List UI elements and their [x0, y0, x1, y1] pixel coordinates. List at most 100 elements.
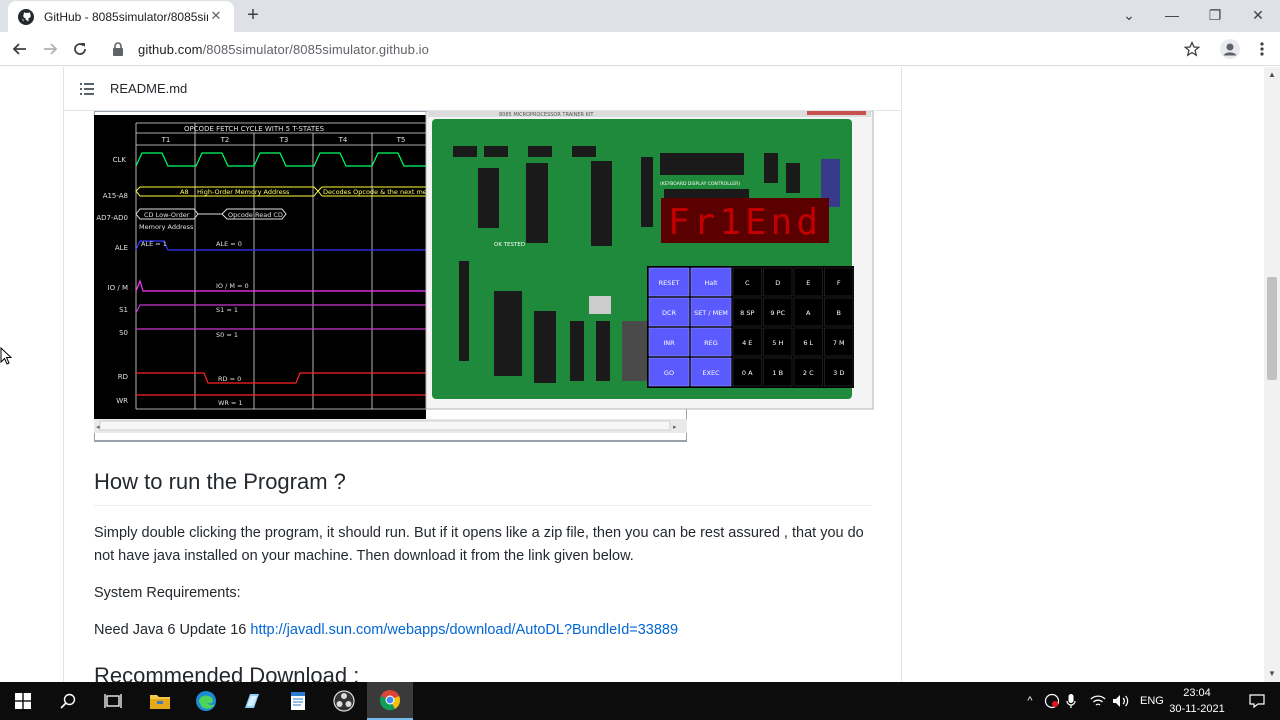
- signal-label: IO / M: [108, 284, 128, 292]
- volume-icon[interactable]: [1112, 694, 1130, 708]
- keypad-key-label: 4 E: [742, 339, 752, 347]
- keypad-key-label: 5 H: [772, 339, 783, 347]
- clock[interactable]: 23:04 30-11-2021: [1166, 685, 1228, 717]
- kit-ok-label: OK TESTED: [494, 242, 525, 248]
- ad-text: CD Low-Order: [144, 211, 190, 219]
- t-state-label: T2: [220, 136, 230, 144]
- kit-title: 8085 MICROPROCESSOR TRAINER KIT: [499, 112, 594, 118]
- keypad-key-label: A: [806, 309, 811, 317]
- keypad-key-label: 3 D: [833, 369, 844, 377]
- document-icon: [291, 692, 305, 710]
- keypad-key-label: 0 A: [742, 369, 753, 377]
- browser-tab[interactable]: GitHub - 8085simulator/8085simulator.git…: [8, 1, 234, 32]
- download-heading: Recommended Download :: [94, 663, 360, 682]
- java-requirement-text: Need Java 6 Update 16: [94, 622, 251, 638]
- chrome-button[interactable]: [367, 682, 413, 720]
- reload-icon: [74, 43, 86, 55]
- address-bar[interactable]: github.com/8085simulator/8085simulator.g…: [104, 36, 1214, 62]
- language-indicator[interactable]: ENG: [1140, 695, 1164, 707]
- profile-avatar-icon[interactable]: [1218, 37, 1242, 61]
- file-explorer-button[interactable]: [137, 682, 183, 720]
- microphone-icon[interactable]: [1066, 693, 1076, 709]
- minimize-button[interactable]: —: [1158, 4, 1186, 26]
- keypad-key-label: D: [775, 279, 780, 287]
- signal-label: CLK: [113, 156, 127, 164]
- task-view-button[interactable]: [90, 682, 136, 720]
- folder-icon: [150, 695, 170, 709]
- signal-label: S1: [119, 306, 128, 314]
- menu-kebab-icon[interactable]: [1250, 37, 1274, 61]
- keypad-key-label: C: [745, 279, 750, 287]
- keypad-key-label: 7 M: [833, 339, 845, 347]
- keypad-key-label: GO: [664, 369, 674, 377]
- keypad-key-label: RESET: [659, 279, 680, 287]
- signal-label: RD: [118, 373, 128, 381]
- page-scrollbar[interactable]: ▲ ▼: [1264, 67, 1280, 682]
- reload-button[interactable]: [68, 37, 92, 61]
- t-state-label: T5: [396, 136, 406, 144]
- scroll-thumb[interactable]: [1267, 277, 1277, 380]
- tab-search-icon[interactable]: ⌄: [1115, 4, 1143, 26]
- keypad-key-label: B: [837, 309, 841, 317]
- t-state-label: T3: [279, 136, 289, 144]
- keypad-key-label: SET / MEM: [694, 309, 728, 317]
- signal-label: ALE: [115, 244, 128, 252]
- wifi-icon[interactable]: [1090, 694, 1106, 708]
- keypad-key-label: Halt: [704, 279, 718, 287]
- t-state-label: T1: [161, 136, 171, 144]
- search-button[interactable]: [45, 682, 91, 720]
- close-tab-icon[interactable]: ✕: [208, 8, 224, 24]
- wr-text: WR = 1: [218, 399, 243, 407]
- chevron-up-icon[interactable]: ^: [1022, 695, 1038, 707]
- security-icon[interactable]: [1044, 693, 1060, 709]
- requirements-label: System Requirements:: [94, 585, 241, 601]
- keypad-key-label: REG: [704, 339, 718, 347]
- notepad-button[interactable]: [275, 682, 321, 720]
- paint-button[interactable]: [229, 682, 275, 720]
- clock-time: 23:04: [1183, 687, 1211, 699]
- display-text: Fr1End: [668, 202, 822, 243]
- start-button[interactable]: [0, 682, 46, 720]
- ale-text: ALE = 1: [141, 240, 167, 248]
- restore-button[interactable]: ❐: [1201, 4, 1229, 26]
- mouse-cursor-icon: [0, 347, 12, 365]
- system-tray: ^ ENG: [1022, 682, 1168, 720]
- new-tab-button[interactable]: +: [243, 5, 263, 26]
- keypad-key-label: EXEC: [702, 369, 720, 377]
- a15-text: High-Order Memory Address: [197, 188, 290, 196]
- clock-date: 30-11-2021: [1169, 703, 1225, 715]
- java-download-link[interactable]: http://javadl.sun.com/webapps/download/A…: [250, 622, 678, 638]
- s1-text: S1 = 1: [216, 306, 238, 314]
- bookmark-star-icon[interactable]: [1180, 37, 1204, 61]
- list-icon[interactable]: [80, 82, 94, 95]
- scroll-up-arrow-icon[interactable]: ▲: [1268, 71, 1276, 79]
- forward-button[interactable]: [38, 37, 62, 61]
- keypad-key-label: 9 PC: [770, 309, 785, 317]
- close-window-button[interactable]: ✕: [1244, 4, 1272, 26]
- signal-label: WR: [116, 397, 128, 405]
- keypad-key-label: 2 C: [803, 369, 814, 377]
- java-requirement: Need Java 6 Update 16 http://javadl.sun.…: [94, 619, 884, 642]
- app-icon: [245, 694, 259, 708]
- back-button[interactable]: [8, 37, 32, 61]
- a15-text: Decodes Opcode & the next me: [323, 188, 427, 196]
- edge-button[interactable]: [183, 682, 229, 720]
- search-icon: [60, 693, 76, 709]
- back-arrow-icon: [12, 43, 26, 55]
- task-view-icon: [104, 694, 122, 708]
- obs-button[interactable]: [321, 682, 367, 720]
- page-viewport: README.md ◂ ▸ OPCODE FETCH CYCLE WITH 5 …: [0, 67, 1264, 682]
- signal-label: A15-A8: [103, 192, 128, 200]
- tab-strip: GitHub - 8085simulator/8085simulator.git…: [0, 0, 1280, 32]
- notification-icon: [1249, 694, 1265, 709]
- ad-text: Memory Address: [139, 223, 194, 231]
- scroll-down-arrow-icon[interactable]: ▼: [1268, 670, 1276, 678]
- keypad-key-label: 1 B: [772, 369, 783, 377]
- notifications-button[interactable]: [1234, 682, 1280, 720]
- edge-icon: [196, 691, 216, 711]
- ad-text: Opcode Read CD: [228, 211, 283, 219]
- timing-title: OPCODE FETCH CYCLE WITH 5 T-STATES: [184, 125, 325, 133]
- keypad-key-label: 8 SP: [740, 309, 754, 317]
- windows-taskbar: ^ ENG 23:04 30-11-2021: [0, 682, 1280, 720]
- github-icon: [18, 8, 34, 25]
